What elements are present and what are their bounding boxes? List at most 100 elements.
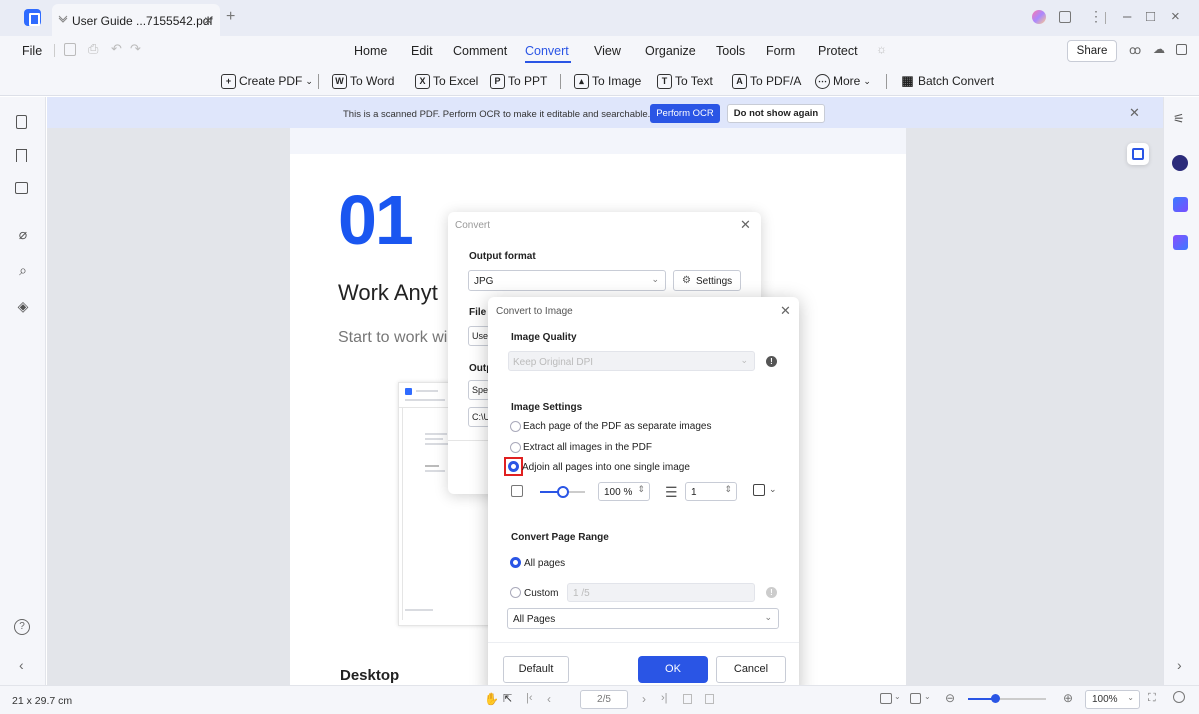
lightbulb-icon[interactable]: ☼ <box>876 42 887 56</box>
ai-assistant-icon[interactable] <box>1032 10 1046 24</box>
menu-tools[interactable]: Tools <box>716 44 745 58</box>
menu-home[interactable]: Home <box>354 44 387 58</box>
clock-icon[interactable] <box>1173 691 1185 703</box>
layout-icon[interactable] <box>910 693 921 704</box>
print-icon[interactable]: ⎙ <box>88 41 98 57</box>
image-dialog-close-icon[interactable]: ✕ <box>780 303 791 319</box>
help-icon[interactable]: ? <box>14 619 30 635</box>
fit-page-icon[interactable] <box>683 694 692 704</box>
attachment-icon[interactable]: ⌀ <box>14 226 32 244</box>
chevron-down-icon[interactable]: ⌄ <box>924 692 931 701</box>
chevron-down-icon[interactable]: ⌄ <box>769 484 777 495</box>
layers-icon[interactable]: ◈ <box>14 298 32 316</box>
create-pdf-button[interactable]: + Create PDF ⌄ <box>221 71 313 91</box>
menu-view[interactable]: View <box>594 44 621 58</box>
undo-icon[interactable]: ↶ <box>111 41 122 57</box>
page-subset-select[interactable]: All Pages ⌄ <box>507 608 779 629</box>
fullscreen-icon[interactable]: ⛶ <box>1148 692 1156 705</box>
share-button[interactable]: Share <box>1067 40 1117 62</box>
to-pdfa-button[interactable]: A To PDF/A <box>732 71 801 91</box>
last-page-icon[interactable]: ›| <box>661 692 668 704</box>
menu-protect[interactable]: Protect <box>818 44 858 58</box>
people-icon[interactable]: ꝏ <box>1129 43 1141 57</box>
close-banner-icon[interactable]: ✕ <box>1129 105 1140 121</box>
menu-comment[interactable]: Comment <box>453 44 507 58</box>
previous-page-icon[interactable]: ‹ <box>547 692 551 706</box>
do-not-show-again-button[interactable]: Do not show again <box>727 104 825 123</box>
panel-icon[interactable] <box>1176 44 1187 55</box>
info-icon[interactable]: ! <box>766 587 777 598</box>
next-page-icon[interactable]: › <box>642 692 646 706</box>
menu-organize[interactable]: Organize <box>645 44 696 58</box>
image-quality-select[interactable]: Keep Original DPI ⌄ <box>508 351 755 371</box>
output-path-field[interactable]: C:\U <box>468 407 490 427</box>
first-page-icon[interactable]: |‹ <box>526 692 533 704</box>
status-zoom-slider-track[interactable] <box>968 694 1046 703</box>
menu-convert[interactable]: Convert <box>525 44 569 58</box>
option-separate-images-radio[interactable] <box>510 421 521 432</box>
file-field[interactable]: User <box>468 326 491 346</box>
all-pages-radio[interactable] <box>510 557 521 568</box>
to-ppt-button[interactable]: P To PPT <box>490 71 547 91</box>
ai-tool-icon[interactable] <box>1173 235 1188 250</box>
file-menu[interactable]: File <box>22 44 42 58</box>
zoom-stepper[interactable]: 100 % ⇕ <box>598 482 650 501</box>
status-zoom-slider-handle[interactable] <box>990 694 1000 703</box>
more-vertical-icon[interactable]: ⋮ <box>1089 8 1103 25</box>
select-tool-icon[interactable]: ⇱ <box>503 692 512 705</box>
zoom-in-icon[interactable]: ⊕ <box>1063 691 1073 705</box>
more-button[interactable]: ⋯ More ⌄ <box>815 71 871 91</box>
chevron-down-icon[interactable]: ⌄ <box>894 692 901 701</box>
tab-close-icon[interactable]: × <box>204 12 212 28</box>
redo-icon[interactable]: ↷ <box>130 41 141 57</box>
zoom-slider-handle[interactable] <box>557 486 569 498</box>
reading-mode-icon[interactable] <box>880 693 892 704</box>
menu-form[interactable]: Form <box>766 44 795 58</box>
page-thumbnail-icon[interactable] <box>16 115 27 129</box>
to-word-button[interactable]: W To Word <box>332 71 394 91</box>
to-excel-button[interactable]: X To Excel <box>415 71 478 91</box>
cancel-button[interactable]: Cancel <box>716 656 786 683</box>
menu-edit[interactable]: Edit <box>411 44 433 58</box>
page-tool-button[interactable] <box>1127 143 1149 165</box>
border-style-icon[interactable] <box>753 484 765 496</box>
upload-cloud-icon[interactable]: ☁ <box>1153 42 1165 56</box>
collapse-left-icon[interactable]: ‹ <box>19 657 24 673</box>
ok-button[interactable]: OK <box>638 656 708 683</box>
option-extract-images-radio[interactable] <box>510 442 521 453</box>
minimize-button[interactable]: – <box>1123 8 1131 25</box>
bookmark-icon[interactable] <box>16 149 27 162</box>
fit-width-icon[interactable] <box>705 694 714 704</box>
info-icon[interactable]: ! <box>766 356 777 367</box>
batch-convert-button[interactable]: ▦ Batch Convert <box>900 71 994 91</box>
document-tab[interactable]: User Guide ...7155542.pdf × <box>52 4 220 36</box>
hand-tool-icon[interactable]: ✋ <box>484 692 499 706</box>
option-adjoin-pages-radio[interactable] <box>508 461 519 472</box>
ai-chat-icon[interactable] <box>1172 155 1188 171</box>
columns-stepper[interactable]: 1 ⇕ <box>685 482 737 501</box>
edit-size-icon[interactable] <box>511 485 523 497</box>
to-text-button[interactable]: T To Text <box>657 71 713 91</box>
search-icon[interactable]: ⌕ <box>14 262 32 280</box>
page-number-input[interactable]: 2/5 <box>580 690 628 709</box>
zoom-level-select[interactable]: 100% ⌄ <box>1085 690 1140 709</box>
collapse-right-icon[interactable]: › <box>1177 657 1182 673</box>
save-icon[interactable] <box>64 43 76 56</box>
output-select[interactable]: Spec <box>468 380 493 400</box>
settings-button[interactable]: ⚙ Settings <box>673 270 741 291</box>
perform-ocr-button[interactable]: Perform OCR <box>650 104 720 123</box>
new-tab-button[interactable]: + <box>226 8 235 26</box>
output-format-select[interactable]: JPG ⌄ <box>468 270 666 291</box>
convert-dialog-close-icon[interactable]: ✕ <box>740 217 751 233</box>
screen-icon[interactable] <box>1059 11 1071 23</box>
maximize-button[interactable]: □ <box>1146 8 1155 25</box>
custom-range-radio[interactable] <box>510 587 521 598</box>
properties-icon[interactable]: ⚟ <box>1173 111 1185 127</box>
custom-range-input[interactable]: 1 /5 <box>567 583 755 602</box>
close-window-button[interactable]: × <box>1171 8 1180 25</box>
translate-icon[interactable] <box>1173 197 1188 212</box>
zoom-out-icon[interactable]: ⊖ <box>945 691 955 705</box>
zoom-slider-track[interactable] <box>540 486 585 498</box>
comment-icon[interactable] <box>15 182 28 194</box>
to-image-button[interactable]: ▴ To Image <box>574 71 641 91</box>
